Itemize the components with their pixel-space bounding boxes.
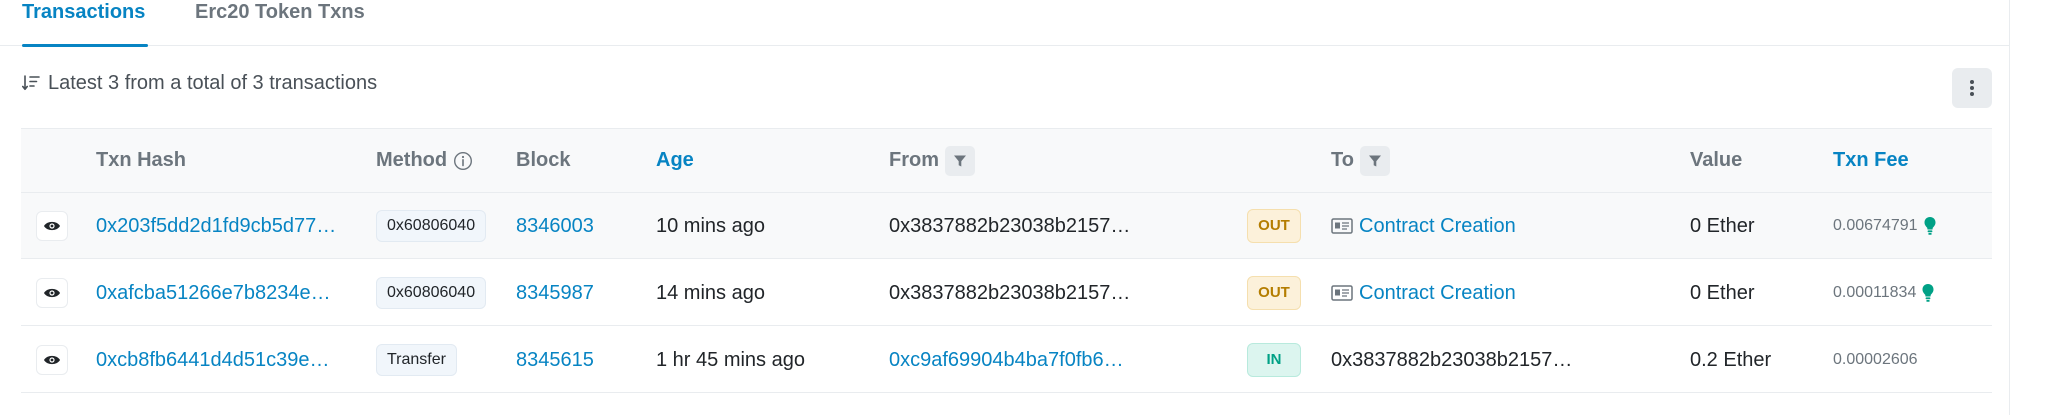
header-from: From	[889, 129, 975, 192]
method-badge: 0x60806040	[376, 277, 487, 309]
active-tab-indicator	[22, 44, 148, 47]
contract-creation-link[interactable]: Contract Creation	[1359, 215, 1516, 238]
table-row: 0xafcba51266e7b8234e… 0x60806040 8345987…	[21, 260, 1992, 326]
filter-icon	[1368, 155, 1381, 166]
method-badge: Transfer	[376, 344, 457, 376]
info-icon[interactable]	[453, 151, 473, 171]
txn-fee-text: 0.00674791	[1833, 217, 1918, 234]
header-age[interactable]: Age	[656, 129, 694, 192]
header-txn-fee[interactable]: Txn Fee	[1833, 129, 1909, 192]
tab-bar: Transactions Erc20 Token Txns	[0, 0, 2010, 47]
block-link[interactable]: 8345615	[516, 349, 594, 372]
from-address: 0x3837882b23038b2157…	[889, 281, 1131, 304]
direction-badge: IN	[1247, 343, 1301, 377]
transactions-card: Transactions Erc20 Token Txns Latest 3 f…	[0, 0, 2010, 415]
header-method: Method	[376, 129, 473, 192]
tab-erc20-label: Erc20 Token Txns	[195, 1, 365, 23]
header-value-label: Value	[1690, 149, 1743, 171]
from-address-link[interactable]: 0xc9af69904b4ba7f0fb6…	[889, 349, 1124, 372]
more-options-button[interactable]	[1952, 68, 1992, 108]
age-text: 14 mins ago	[656, 281, 765, 304]
summary-text: Latest 3 from a total of 3 transactions	[48, 71, 378, 94]
value-text: 0.2 Ether	[1690, 348, 1772, 371]
block-link[interactable]: 8346003	[516, 215, 594, 238]
header-to: To	[1331, 129, 1390, 192]
from-address: 0x3837882b23038b2157…	[889, 214, 1131, 237]
txn-fee-text: 0.00011834	[1833, 284, 1917, 301]
header-block-label: Block	[516, 149, 571, 171]
block-link[interactable]: 8345987	[516, 282, 594, 305]
header-age-label: Age	[656, 149, 694, 171]
sort-desc-icon	[22, 75, 40, 91]
from-filter-button[interactable]	[945, 145, 975, 176]
table-row: 0xcb8fb6441d4d51c39e… Transfer 8345615 1…	[21, 327, 1992, 393]
header-method-label: Method	[376, 149, 448, 171]
header-value: Value	[1690, 129, 1742, 192]
filter-icon	[954, 155, 966, 166]
lightbulb-icon[interactable]	[1923, 216, 1937, 236]
eye-icon	[44, 221, 60, 231]
txn-fee-text: 0.00002606	[1833, 351, 1918, 368]
header-block: Block	[516, 129, 570, 192]
age-text: 10 mins ago	[656, 214, 765, 237]
preview-button[interactable]	[36, 211, 68, 241]
header-txn-hash: Txn Hash	[96, 129, 186, 192]
to-filter-button[interactable]	[1359, 145, 1390, 176]
contract-icon	[1331, 218, 1353, 234]
value-text: 0 Ether	[1690, 281, 1755, 304]
table-row: 0x203f5dd2d1fd9cb5d77… 0x60806040 834600…	[21, 193, 1992, 259]
eye-icon	[44, 288, 60, 298]
txn-hash-link[interactable]: 0xcb8fb6441d4d51c39e…	[96, 349, 330, 372]
age-text: 1 hr 45 mins ago	[656, 348, 805, 371]
vertical-dots-icon	[1970, 80, 1974, 96]
txn-hash-link[interactable]: 0x203f5dd2d1fd9cb5d77…	[96, 215, 336, 238]
direction-badge: OUT	[1247, 276, 1301, 310]
method-badge: 0x60806040	[376, 210, 487, 242]
tab-erc20-token-txns[interactable]: Erc20 Token Txns	[195, 0, 365, 46]
txn-hash-link[interactable]: 0xafcba51266e7b8234e…	[96, 282, 331, 305]
direction-badge: OUT	[1247, 209, 1301, 243]
contract-creation-link[interactable]: Contract Creation	[1359, 282, 1516, 305]
header-txn-hash-label: Txn Hash	[96, 149, 187, 171]
contract-icon	[1331, 285, 1353, 301]
tab-transactions-label: Transactions	[22, 1, 146, 23]
header-from-label: From	[889, 149, 939, 171]
header-txn-fee-label: Txn Fee	[1833, 149, 1909, 171]
table-header: Txn Hash Method Block Age From To Value …	[21, 128, 1992, 193]
value-text: 0 Ether	[1690, 214, 1755, 237]
lightbulb-icon[interactable]	[1921, 283, 1935, 303]
to-address: 0x3837882b23038b2157…	[1331, 348, 1573, 371]
header-to-label: To	[1331, 149, 1354, 171]
preview-button[interactable]	[36, 345, 68, 375]
preview-button[interactable]	[36, 278, 68, 308]
tab-transactions[interactable]: Transactions	[22, 0, 148, 47]
transactions-summary: Latest 3 from a total of 3 transactions	[22, 70, 377, 96]
eye-icon	[44, 355, 60, 365]
